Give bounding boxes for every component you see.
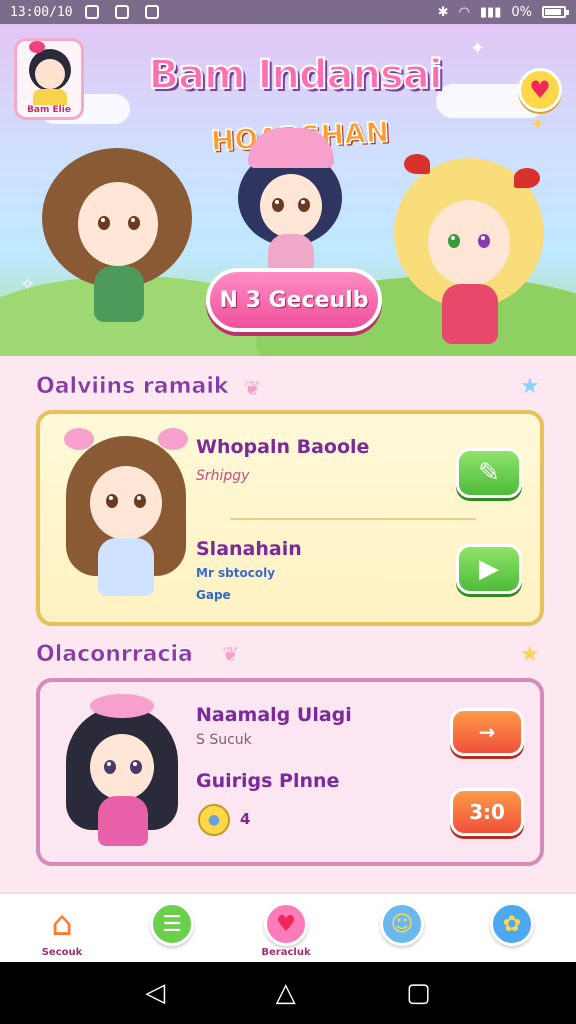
character-body bbox=[98, 538, 154, 596]
avatar-label: Bam Elie bbox=[27, 105, 71, 115]
sparkle-icon: ✦ bbox=[470, 38, 486, 59]
status-time: 13:00/10 bbox=[10, 4, 73, 20]
battery-percent: 0% bbox=[511, 4, 532, 20]
character-body bbox=[442, 284, 498, 344]
character-body bbox=[94, 266, 144, 322]
signal-icon: ▮▮▮ bbox=[479, 4, 502, 20]
coin-count: 4 bbox=[240, 810, 251, 828]
card-character bbox=[62, 428, 190, 608]
character-bow bbox=[158, 428, 188, 450]
item-tag: Gape bbox=[196, 588, 231, 602]
star-icon: ★ bbox=[520, 642, 540, 667]
clipboard-notification-icon bbox=[144, 5, 159, 19]
heart-icon: ♥ bbox=[529, 76, 551, 104]
character-face bbox=[90, 466, 162, 540]
section-title: Olaconrracia bbox=[36, 642, 193, 668]
item-title: Whopaln Baoole bbox=[196, 436, 370, 458]
character-eye bbox=[130, 760, 142, 774]
item-title: Slanahain bbox=[196, 538, 302, 560]
battery-icon bbox=[542, 6, 569, 18]
character-eye bbox=[98, 216, 110, 230]
coin-icon: ● bbox=[198, 804, 230, 836]
play-button[interactable]: ▶ bbox=[456, 544, 522, 594]
character-face bbox=[78, 182, 158, 266]
butterfly-icon: ❦ bbox=[222, 642, 239, 666]
favorites-button[interactable]: ♥ bbox=[518, 68, 562, 112]
character-eye bbox=[272, 198, 284, 212]
recents-icon[interactable]: ▢ bbox=[406, 978, 431, 1008]
nav-home[interactable]: ⌂ Secouk bbox=[32, 902, 92, 962]
nav-gift[interactable]: ✿ bbox=[482, 902, 542, 962]
back-icon[interactable]: ◁ bbox=[145, 978, 165, 1008]
character-left bbox=[42, 142, 192, 342]
cta-button[interactable]: N 3 Geceulb bbox=[206, 268, 382, 332]
character-icon: ☺ bbox=[380, 902, 424, 946]
home-system-icon[interactable]: △ bbox=[276, 978, 296, 1008]
character-bow bbox=[90, 694, 154, 718]
item-tag: Mr sbtocoly bbox=[196, 566, 276, 580]
character-eye bbox=[104, 760, 116, 774]
character-face bbox=[428, 200, 510, 286]
edit-button[interactable]: ✎ bbox=[456, 448, 522, 498]
heart-icon: ♥ bbox=[264, 902, 308, 946]
character-horn bbox=[514, 168, 540, 188]
event-card: Whopaln Baoole Srhipgy ✎ Slanahain Mr sb… bbox=[36, 410, 544, 626]
character-horn bbox=[404, 154, 430, 174]
gallery-notification-icon bbox=[84, 5, 99, 19]
character-body bbox=[98, 796, 148, 846]
score-button[interactable]: 3:0 bbox=[450, 788, 524, 836]
avatar-face bbox=[35, 59, 65, 89]
character-face bbox=[90, 734, 154, 800]
card-divider bbox=[230, 518, 476, 520]
profile-avatar[interactable]: Bam Elie bbox=[14, 38, 84, 120]
battery-fill bbox=[545, 9, 561, 15]
sparkle-icon: ✧ bbox=[20, 274, 36, 295]
bottom-nav: ⌂ Secouk ☰ ♥ Beracluk ☺ ✿ bbox=[0, 892, 576, 962]
nav-label: Secouk bbox=[41, 947, 83, 958]
card-character bbox=[60, 690, 188, 870]
avatar-bow bbox=[29, 41, 45, 53]
character-hat bbox=[248, 128, 334, 168]
nav-list[interactable]: ☰ bbox=[142, 902, 202, 962]
quest-card: Naamalg Ulagi S Sucuk → Guirigs Plnne ● … bbox=[36, 678, 544, 866]
character-eye bbox=[134, 494, 146, 508]
bluetooth-icon: ✱ bbox=[437, 4, 449, 20]
character-center bbox=[232, 122, 348, 274]
gift-icon: ✿ bbox=[490, 902, 534, 946]
butterfly-icon: ❦ bbox=[244, 376, 261, 400]
item-subtitle: S Sucuk bbox=[196, 732, 252, 748]
status-bar: 13:00/10 ✱ ◠ ▮▮▮ 0% bbox=[0, 0, 576, 24]
character-eye bbox=[128, 216, 140, 230]
character-eye bbox=[106, 494, 118, 508]
item-title: Naamalg Ulagi bbox=[196, 704, 352, 726]
character-bow bbox=[64, 428, 94, 450]
home-icon: ⌂ bbox=[40, 902, 84, 946]
app-notification-icon bbox=[114, 5, 129, 19]
character-right bbox=[394, 154, 544, 354]
nav-label: Beracluk bbox=[261, 947, 311, 958]
character-eye bbox=[478, 234, 490, 248]
wifi-icon: ◠ bbox=[458, 4, 470, 20]
star-icon: ★ bbox=[520, 374, 540, 399]
nav-character[interactable]: ☺ bbox=[372, 902, 432, 962]
pencil-icon: ✎ bbox=[478, 458, 500, 488]
go-button[interactable]: → bbox=[450, 708, 524, 756]
character-eye bbox=[448, 234, 460, 248]
hero-banner: ✦ ✦ ✧ Bam Elie Bam Indansai HOARSHAN ♥ bbox=[0, 24, 576, 356]
app-title: Bam Indansai bbox=[147, 51, 443, 99]
play-icon: ▶ bbox=[479, 554, 499, 584]
section-title: Oalviins ramaik bbox=[36, 374, 229, 400]
item-subtitle: Srhipgy bbox=[196, 468, 250, 484]
item-title: Guirigs Plnne bbox=[196, 770, 340, 792]
list-icon: ☰ bbox=[150, 902, 194, 946]
nav-favorites[interactable]: ♥ Beracluk bbox=[256, 902, 316, 962]
avatar-body bbox=[33, 89, 67, 105]
sparkle-icon: ✦ bbox=[530, 114, 546, 135]
character-face bbox=[260, 174, 322, 238]
character-eye bbox=[298, 198, 310, 212]
system-nav-bar: ◁ △ ▢ bbox=[0, 962, 576, 1024]
